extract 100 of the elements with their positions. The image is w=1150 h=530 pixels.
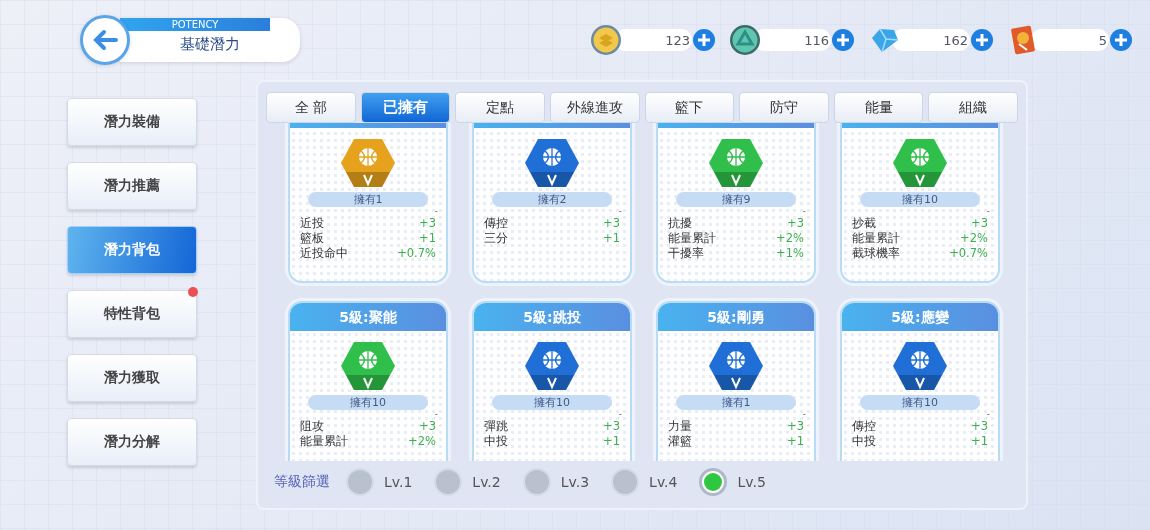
level-label: Lv.2 [472,474,501,490]
stat-value: +2% [408,434,436,449]
dash-mark: - [434,410,438,419]
owned-count: 擁有10 [860,395,980,410]
page-title: 基礎潛力 [179,34,241,55]
dash-mark: - [802,410,806,419]
stat-name: 阻攻 [300,419,324,434]
stat-value: +3 [787,419,804,434]
stat-name: 傳控 [484,216,508,231]
back-button[interactable] [80,15,130,65]
potency-card[interactable]: 5級:聚能 擁有10 - 阻攻 +3 能量累計 +2% [288,301,448,461]
level-radio[interactable] [434,468,463,496]
level-label: Lv.1 [384,474,413,490]
filter-tab[interactable]: 組織 [928,92,1018,123]
stat-value: +3 [603,419,620,434]
plus-icon [1114,33,1128,47]
potency-card[interactable]: 擁有10 - 抄截 +3 能量累計 +2% 截球機率 +0.7% [840,123,1000,283]
filter-tab[interactable]: 防守 [739,92,829,123]
stat-name: 能量累計 [852,231,900,246]
potency-card[interactable]: 擁有1 - 近投 +3 籃板 +1 近投命中 +0.7% [288,123,448,283]
stat-value: +2% [960,231,988,246]
stat-value: +0.7% [949,246,988,261]
add-button[interactable] [971,29,993,51]
level-radio[interactable] [611,468,640,496]
stat-value: +1 [787,434,804,449]
stat-name: 傳控 [852,419,876,434]
stat-name: 中投 [484,434,508,449]
card-title: 5級:應變 [842,303,998,331]
stat-name: 干擾率 [668,246,704,261]
owned-count: 擁有10 [308,395,428,410]
stat-name: 彈跳 [484,419,508,434]
stat-value: +2% [776,231,804,246]
stat-value: +1 [603,231,620,246]
sidebar-item[interactable]: 特性背包 [67,290,197,338]
stat-name: 近投 [300,216,324,231]
level-radio[interactable] [699,468,728,496]
stat-value: +1 [603,434,620,449]
dash-mark: - [802,207,806,216]
stat-name: 抄截 [852,216,876,231]
plus-icon [975,33,989,47]
plus-icon [836,33,850,47]
level-radio[interactable] [346,468,374,496]
stat-value: +0.7% [397,246,436,261]
sidebar-item[interactable]: 潛力推薦 [67,162,197,210]
sidebar-item[interactable]: 潛力分解 [67,418,197,466]
owned-count: 擁有2 [492,192,612,207]
level-label: Lv.5 [737,474,766,490]
stat-name: 力量 [668,419,692,434]
owned-count: 擁有1 [308,192,428,207]
filter-tab[interactable]: 定點 [455,92,545,123]
filter-tab[interactable]: 已擁有 [360,92,451,123]
potency-card[interactable]: 5級:剛勇 擁有1 - 力量 +3 灌籃 +1 [656,301,816,461]
stat-value: +3 [603,216,620,231]
owned-count: 擁有9 [676,192,796,207]
stat-name: 灌籃 [668,434,692,449]
stat-name: 能量累計 [668,231,716,246]
stat-value: +3 [971,419,988,434]
filter-tab[interactable]: 外線進攻 [549,92,640,123]
stat-name: 中投 [852,434,876,449]
potency-card[interactable]: 5級:應變 擁有10 - 傳控 +3 中投 +1 [840,301,1000,461]
add-button[interactable] [1110,29,1132,51]
potency-card[interactable]: 擁有9 - 抗擾 +3 能量累計 +2% 干擾率 +1% [656,123,816,283]
filter-tab[interactable]: 籃下 [644,92,735,123]
level-radio[interactable] [522,468,551,496]
stat-name: 近投命中 [300,246,348,261]
sidebar-item[interactable]: 潛力獲取 [67,354,197,402]
filter-tab[interactable]: 能量 [833,92,924,123]
triangle-coin-icon [729,24,761,56]
add-button[interactable] [693,29,715,51]
stat-value: +1% [776,246,804,261]
owned-count: 擁有1 [676,395,796,410]
currency-amount: 162 [892,29,970,51]
card-title: 5級:跳投 [474,303,630,331]
dash-mark: - [618,410,622,419]
owned-count: 擁有10 [492,395,612,410]
card-title: 5級:剛勇 [658,303,814,331]
stat-value: +3 [971,216,988,231]
dash-mark: - [986,207,990,216]
level-label: Lv.3 [560,474,590,490]
sidebar-item[interactable]: 潛力背包 [67,226,197,274]
dash-mark: - [986,410,990,419]
sidebar-item[interactable]: 潛力裝備 [67,98,197,146]
currency-amount: 5 [1031,29,1109,51]
stat-name: 抗擾 [668,216,692,231]
filter-label: 等級篩選 [274,473,330,491]
card-title: 5級:聚能 [290,303,446,331]
stat-value: +1 [971,434,988,449]
stat-value: +3 [787,216,804,231]
potency-card[interactable]: 擁有2 - 傳控 +3 三分 +1 [472,123,632,283]
dash-mark: - [618,207,622,216]
level-label: Lv.4 [649,474,678,490]
coin-icon [590,24,622,56]
stat-name: 三分 [484,231,508,246]
filter-tab[interactable]: 全 部 [266,92,356,123]
add-button[interactable] [832,29,854,51]
stat-name: 截球機率 [852,246,900,261]
dash-mark: - [434,207,438,216]
stat-value: +3 [419,419,436,434]
potency-card[interactable]: 5級:跳投 擁有10 - 彈跳 +3 中投 +1 [472,301,632,461]
stat-value: +1 [419,231,436,246]
